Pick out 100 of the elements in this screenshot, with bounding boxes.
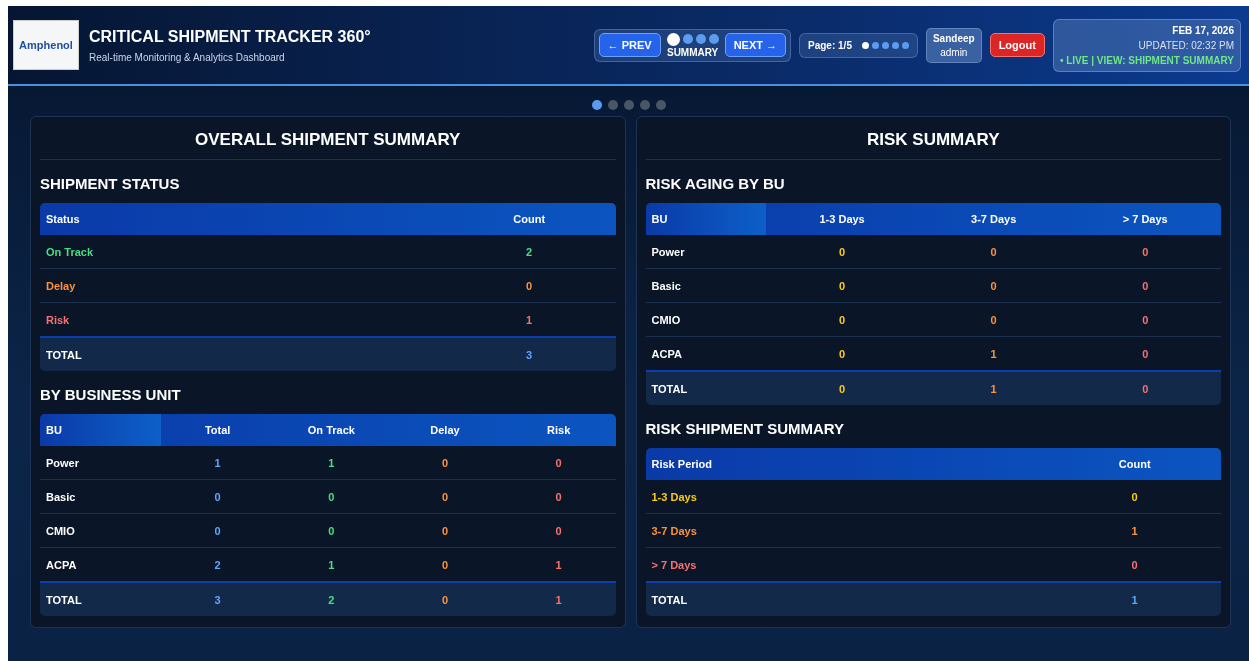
column-header: 1-3 Days — [818, 213, 866, 225]
page-dot[interactable] — [607, 100, 618, 110]
table-cell-text: ACPA — [650, 347, 683, 360]
app-title: CRITICAL SHIPMENT TRACKER 360° — [89, 27, 371, 46]
updated-time: UPDATED: 02:32 PM — [1138, 39, 1234, 51]
company-logo: Amphenol — [13, 20, 79, 70]
table-cell-text: 0 — [1141, 279, 1150, 292]
column-header: On Track — [306, 424, 356, 436]
column-header: Risk Period — [650, 458, 714, 470]
live-status: • LIVE | VIEW: SHIPMENT SUMMARY — [1059, 54, 1234, 66]
table-cell-text: 0 — [525, 279, 534, 292]
user-role: admin — [940, 46, 968, 58]
column-header: Delay — [429, 424, 461, 436]
table-cell-text: TOTAL — [45, 348, 83, 361]
table-cell-text: 0 — [838, 382, 847, 395]
table-cell-text: 2 — [213, 558, 222, 571]
table-cell-text: 0 — [440, 593, 450, 606]
page-dot[interactable] — [901, 41, 909, 49]
table-cell-text: 2 — [327, 593, 336, 606]
table-cell-text: Power — [45, 456, 80, 469]
table-cell-text: 0 — [327, 524, 336, 537]
page-indicator: Page: 1/5 — [807, 39, 853, 51]
column-header: 3-7 Days — [970, 213, 1018, 225]
next-button[interactable]: NEXT → — [724, 33, 787, 57]
table-cell-text: 2 — [525, 245, 534, 258]
table-cell-text: 0 — [554, 524, 563, 537]
table-cell-text: 0 — [554, 490, 563, 503]
table-cell-text: 0 — [838, 347, 847, 360]
table-cell-text: On Track — [45, 245, 95, 258]
table-cell-text: 0 — [440, 558, 450, 571]
column-header: Count — [512, 213, 547, 225]
table-cell-text: 0 — [838, 313, 847, 326]
table-cell-text: 1 — [327, 456, 336, 469]
table-cell-text: 0 — [213, 524, 222, 537]
table-cell-text: 0 — [989, 313, 998, 326]
column-header: Count — [1117, 458, 1152, 470]
column-header: BU — [645, 203, 767, 235]
table-cell-text: Risk — [45, 313, 71, 326]
table-cell-text: 1 — [213, 456, 222, 469]
panel-title: RISK SUMMARY — [645, 117, 1221, 160]
section-title: RISK AGING BY BU — [645, 174, 786, 194]
table-cell-text: ACPA — [45, 558, 78, 571]
page-dot[interactable] — [881, 41, 889, 49]
column-header: BU — [40, 414, 161, 446]
user-name: Sandeep — [932, 32, 975, 44]
table-cell-text: 0 — [327, 490, 336, 503]
panel-title: OVERALL SHIPMENT SUMMARY — [40, 117, 616, 160]
page-dot[interactable] — [708, 34, 719, 44]
table-cell-text: 1 — [525, 313, 534, 326]
table-cell-text: CMIO — [45, 524, 76, 537]
column-header: Total — [203, 424, 232, 436]
table-cell-text: 0 — [213, 490, 222, 503]
table-cell-text: 0 — [1130, 558, 1139, 571]
table-cell-text: 1 — [554, 558, 563, 571]
app-subtitle: Real-time Monitoring & Analytics Dashboard — [89, 51, 286, 63]
column-header: Status — [45, 213, 81, 225]
table-cell-text: > 7 Days — [650, 558, 698, 571]
table-cell-text: TOTAL — [45, 593, 83, 606]
table-cell-text: 0 — [440, 524, 450, 537]
page-dot[interactable] — [655, 100, 666, 110]
page-dot[interactable] — [591, 100, 602, 110]
table-cell-text: 0 — [838, 279, 847, 292]
page-dot[interactable] — [871, 41, 879, 49]
table-cell-text: Basic — [650, 279, 682, 292]
table-cell-text: 1 — [1130, 593, 1139, 606]
table-cell-text: 0 — [989, 245, 998, 258]
table-cell-text: 1-3 Days — [650, 490, 698, 503]
table-cell-text: 0 — [440, 456, 450, 469]
page-dot[interactable] — [666, 32, 680, 46]
page-dot[interactable] — [639, 100, 650, 110]
table-cell-text: 0 — [838, 245, 847, 258]
view-label: SUMMARY — [666, 46, 719, 58]
table-cell-text: 3 — [213, 593, 222, 606]
table-cell-text: 1 — [1130, 524, 1139, 537]
section-title: RISK SHIPMENT SUMMARY — [645, 419, 846, 439]
section-title: BY BUSINESS UNIT — [40, 385, 182, 405]
page-dot[interactable] — [695, 34, 706, 44]
table-cell-text: 1 — [554, 593, 563, 606]
page-dot[interactable] — [891, 41, 899, 49]
logout-button[interactable]: Logout — [989, 33, 1045, 57]
column-header: Risk — [546, 424, 572, 436]
page-dot[interactable] — [623, 100, 634, 110]
table-cell-text: 0 — [1141, 313, 1150, 326]
table-cell-text: 0 — [554, 456, 563, 469]
table-cell-text: CMIO — [650, 313, 682, 326]
table-cell-text: Basic — [45, 490, 77, 503]
table-cell-text: 1 — [989, 382, 998, 395]
table-cell-text: TOTAL — [650, 382, 689, 395]
table-cell-text: 3-7 Days — [650, 524, 698, 537]
page-dot[interactable] — [861, 41, 869, 49]
page-dot[interactable] — [682, 34, 693, 44]
prev-button[interactable]: ← PREV — [598, 33, 661, 57]
table-cell-text: 1 — [327, 558, 336, 571]
table-cell-text: 0 — [989, 279, 998, 292]
table-cell-text: 0 — [1141, 382, 1150, 395]
table-cell-text: 1 — [989, 347, 998, 360]
table-cell-text: 0 — [1130, 490, 1139, 503]
table-cell-text: 3 — [525, 348, 534, 361]
table-cell-text: TOTAL — [650, 593, 689, 606]
table-cell-text: Power — [650, 245, 686, 258]
